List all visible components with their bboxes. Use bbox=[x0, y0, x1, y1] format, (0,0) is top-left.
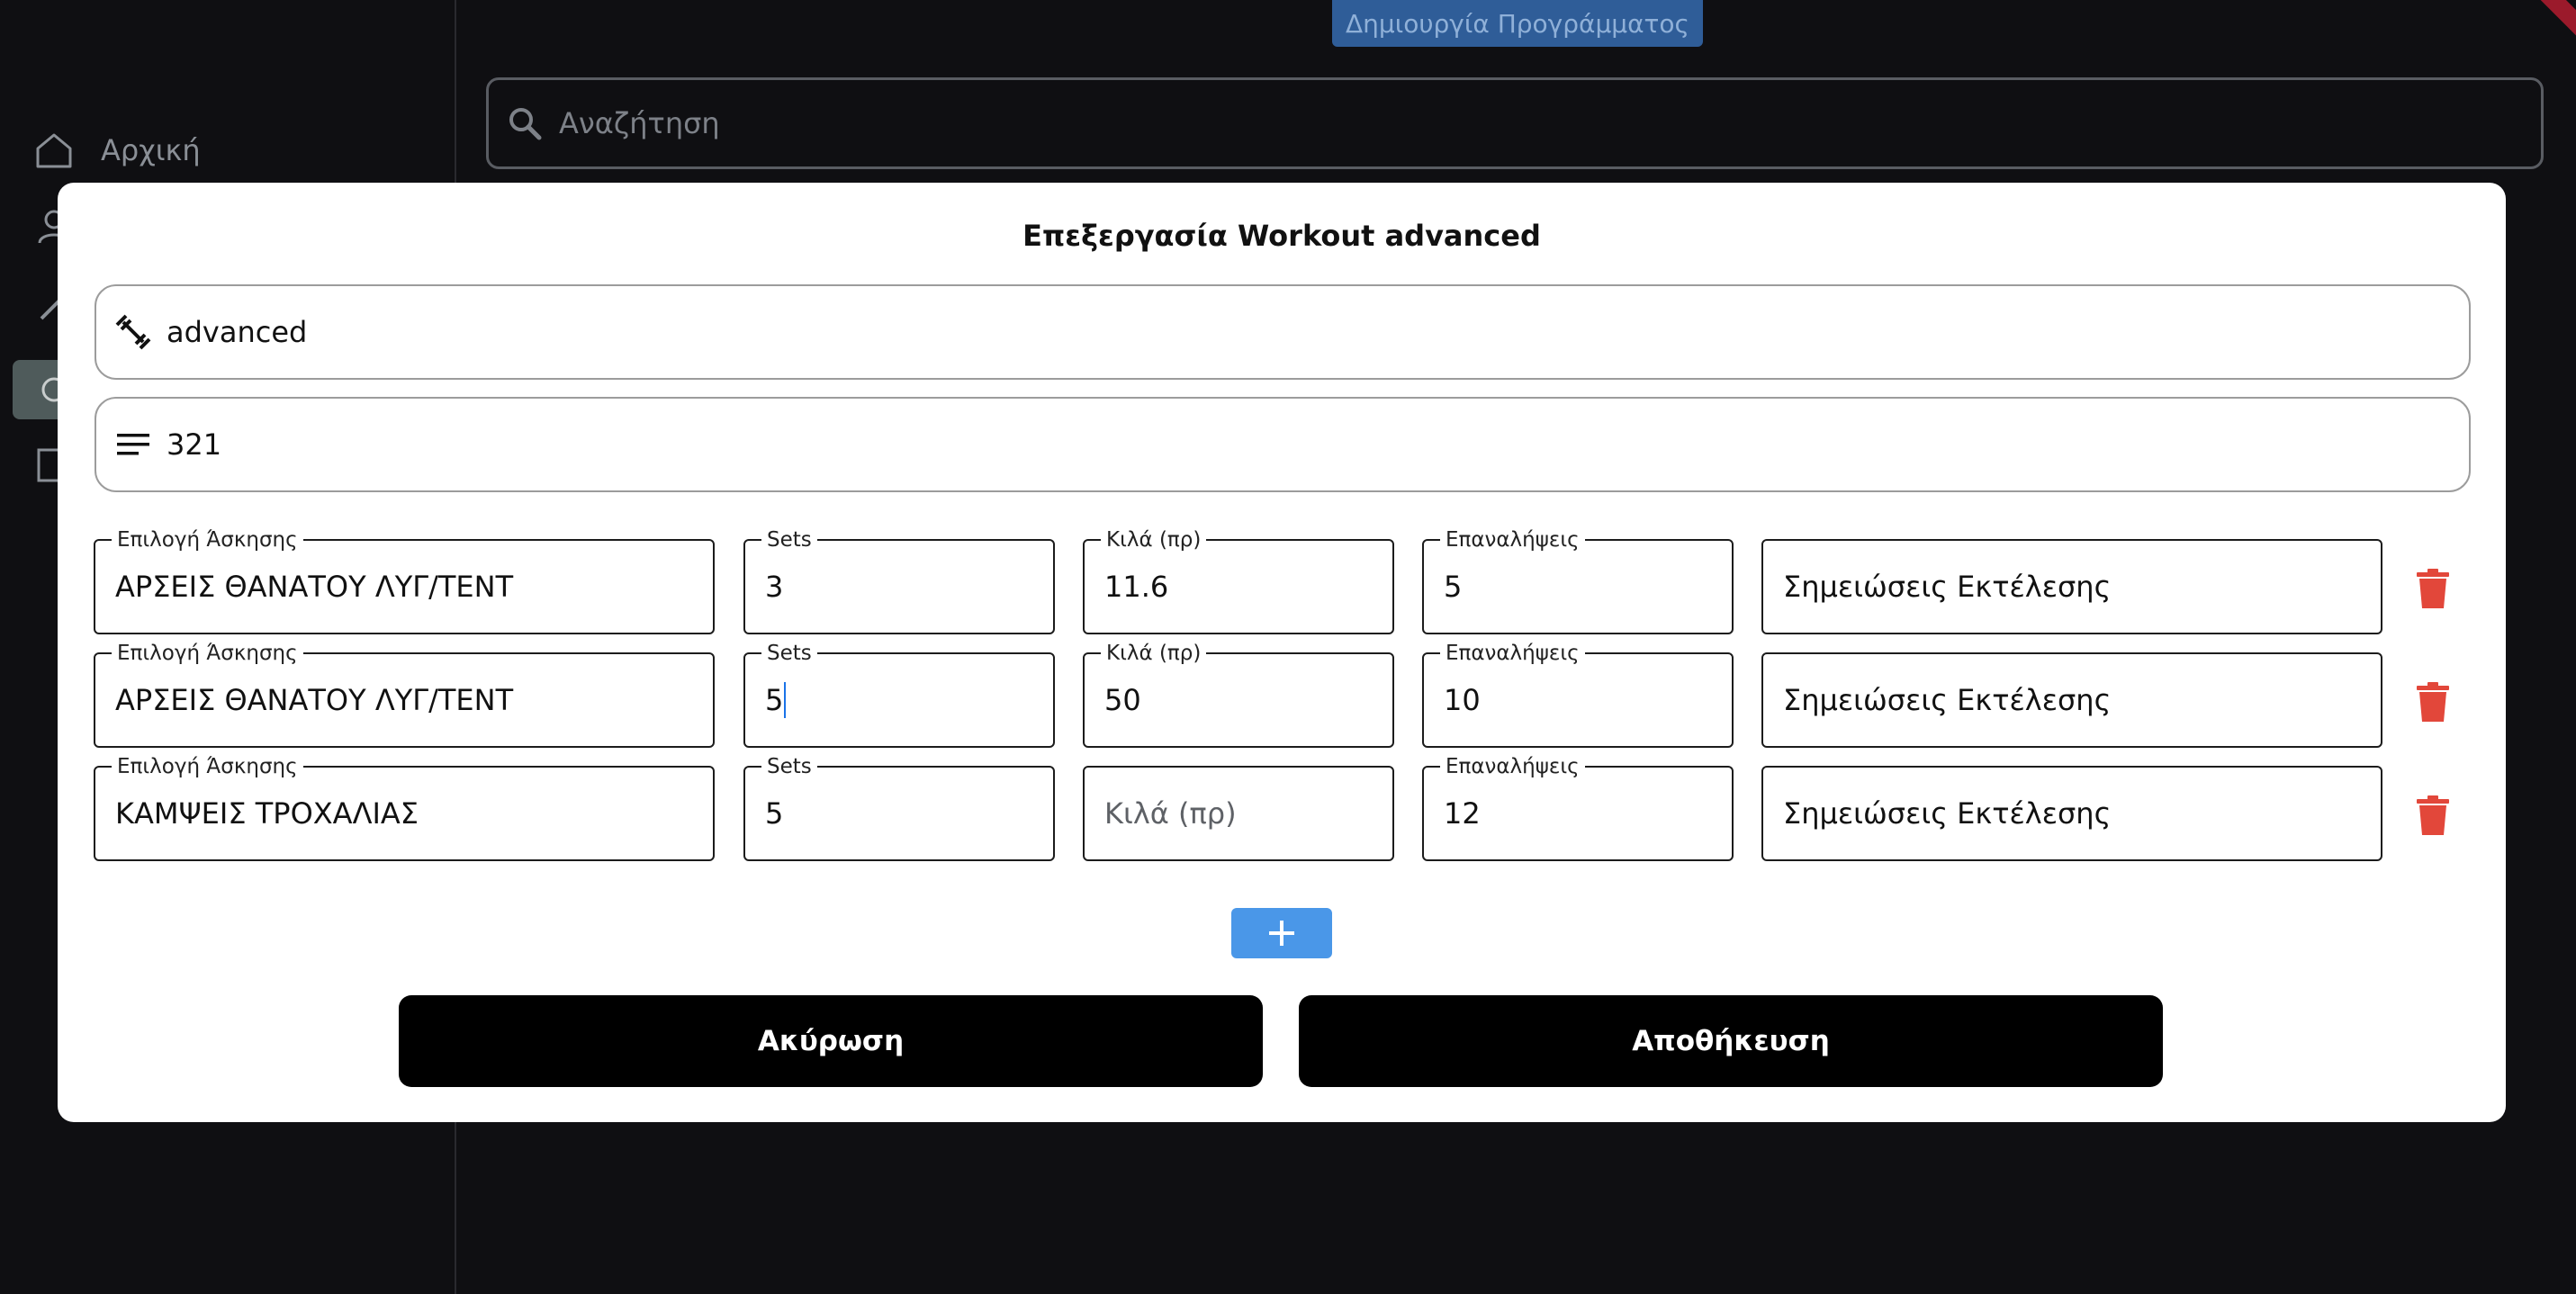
add-exercise-button[interactable] bbox=[1231, 908, 1332, 958]
sets-label: Sets bbox=[761, 755, 817, 778]
sets-value[interactable]: 3 bbox=[765, 570, 783, 604]
notes-placeholder[interactable]: Σημειώσεις Εκτέλεσης bbox=[1783, 796, 2111, 831]
reps-value[interactable]: 12 bbox=[1444, 796, 1481, 831]
exercise-select[interactable]: Επιλογή Άσκησης ΑΡΣΕΙΣ ΘΑΝΑΤΟΥ ΛΥΓ/ΤΕΝΤ bbox=[94, 642, 715, 748]
reps-value[interactable]: 10 bbox=[1444, 683, 1481, 717]
plus-icon bbox=[1269, 921, 1294, 946]
edit-workout-modal: Επεξεργασία Workout advanced advanced 32… bbox=[58, 183, 2506, 1122]
reps-label: Επαναλήψεις bbox=[1440, 755, 1585, 778]
sets-label: Sets bbox=[761, 642, 817, 665]
exercise-value[interactable]: ΑΡΣΕΙΣ ΘΑΝΑΤΟΥ ΛΥΓ/ΤΕΝΤ bbox=[115, 683, 513, 717]
exercise-row: Επιλογή Άσκησης ΚΑΜΨΕΙΣ ΤΡΟΧΑΛΙΑΣ Sets 5… bbox=[58, 755, 2506, 861]
create-program-button[interactable]: Δημιουργία Προγράμματος bbox=[1332, 0, 1703, 47]
sets-value[interactable]: 5 bbox=[765, 683, 783, 717]
exercise-row: Επιλογή Άσκησης ΑΡΣΕΙΣ ΘΑΝΑΤΟΥ ΛΥΓ/ΤΕΝΤ … bbox=[58, 642, 2506, 748]
text-cursor bbox=[784, 682, 787, 718]
exercise-select[interactable]: Επιλογή Άσκησης ΚΑΜΨΕΙΣ ΤΡΟΧΑΛΙΑΣ bbox=[94, 755, 715, 861]
notes-input[interactable]: Σημειώσεις Εκτέλεσης bbox=[1761, 652, 2382, 748]
reps-value[interactable]: 5 bbox=[1444, 570, 1462, 604]
sets-input[interactable]: Sets 3 bbox=[743, 528, 1055, 634]
notes-input[interactable]: Σημειώσεις Εκτέλεσης bbox=[1761, 766, 2382, 861]
reps-input[interactable]: Επαναλήψεις 5 bbox=[1422, 528, 1734, 634]
search-input[interactable]: Αναζήτηση bbox=[559, 106, 720, 140]
kg-input[interactable]: Κιλά (πρ) 50 bbox=[1083, 642, 1394, 748]
sidebar-item-home-label: Αρχική bbox=[101, 133, 201, 167]
workout-description-field[interactable]: 321 bbox=[95, 397, 2471, 492]
kg-label: Κιλά (πρ) bbox=[1101, 642, 1207, 665]
exercise-value[interactable]: ΚΑΜΨΕΙΣ ΤΡΟΧΑΛΙΑΣ bbox=[115, 796, 419, 831]
sets-input[interactable]: Sets 5 bbox=[743, 642, 1055, 748]
sidebar-item-home[interactable]: Αρχική bbox=[34, 130, 201, 170]
notes-placeholder[interactable]: Σημειώσεις Εκτέλεσης bbox=[1783, 570, 2111, 604]
trash-icon[interactable] bbox=[2415, 682, 2451, 722]
kg-label: Κιλά (πρ) bbox=[1101, 528, 1207, 552]
reps-input[interactable]: Επαναλήψεις 10 bbox=[1422, 642, 1734, 748]
reps-input[interactable]: Επαναλήψεις 12 bbox=[1422, 755, 1734, 861]
workout-name-value[interactable]: advanced bbox=[167, 315, 307, 349]
kg-value[interactable]: 11.6 bbox=[1104, 570, 1168, 604]
reps-label: Επαναλήψεις bbox=[1440, 642, 1585, 665]
kg-placeholder[interactable]: Κιλά (πρ) bbox=[1104, 796, 1237, 831]
exercise-label: Επιλογή Άσκησης bbox=[112, 642, 303, 665]
trash-icon[interactable] bbox=[2415, 795, 2451, 835]
kg-input[interactable]: Κιλά (πρ) 11.6 bbox=[1083, 528, 1394, 634]
save-button[interactable]: Αποθήκευση bbox=[1299, 995, 2163, 1087]
sets-input[interactable]: Sets 5 bbox=[743, 755, 1055, 861]
kg-input[interactable]: Κιλά (πρ) bbox=[1083, 766, 1394, 861]
lines-icon bbox=[113, 424, 154, 465]
exercise-label: Επιλογή Άσκησης bbox=[112, 755, 303, 778]
sets-label: Sets bbox=[761, 528, 817, 552]
trash-icon[interactable] bbox=[2415, 569, 2451, 608]
sets-value[interactable]: 5 bbox=[765, 796, 783, 831]
workout-name-field[interactable]: advanced bbox=[95, 284, 2471, 380]
notes-input[interactable]: Σημειώσεις Εκτέλεσης bbox=[1761, 539, 2382, 634]
search-icon bbox=[509, 108, 542, 140]
search-bar[interactable]: Αναζήτηση bbox=[486, 77, 2544, 169]
exercise-value[interactable]: ΑΡΣΕΙΣ ΘΑΝΑΤΟΥ ΛΥΓ/ΤΕΝΤ bbox=[115, 570, 513, 604]
exercise-label: Επιλογή Άσκησης bbox=[112, 528, 303, 552]
exercise-select[interactable]: Επιλογή Άσκησης ΑΡΣΕΙΣ ΘΑΝΑΤΟΥ ΛΥΓ/ΤΕΝΤ bbox=[94, 528, 715, 634]
workout-description-value[interactable]: 321 bbox=[167, 427, 221, 462]
kg-value[interactable]: 50 bbox=[1104, 683, 1141, 717]
debug-badge bbox=[2538, 0, 2576, 43]
exercise-row: Επιλογή Άσκησης ΑΡΣΕΙΣ ΘΑΝΑΤΟΥ ΛΥΓ/ΤΕΝΤ … bbox=[58, 528, 2506, 634]
home-icon bbox=[36, 133, 72, 168]
modal-title: Επεξεργασία Workout advanced bbox=[1022, 219, 1541, 253]
reps-label: Επαναλήψεις bbox=[1440, 528, 1585, 552]
notes-placeholder[interactable]: Σημειώσεις Εκτέλεσης bbox=[1783, 683, 2111, 717]
dumbbell-icon bbox=[113, 311, 154, 353]
cancel-button[interactable]: Ακύρωση bbox=[399, 995, 1263, 1087]
